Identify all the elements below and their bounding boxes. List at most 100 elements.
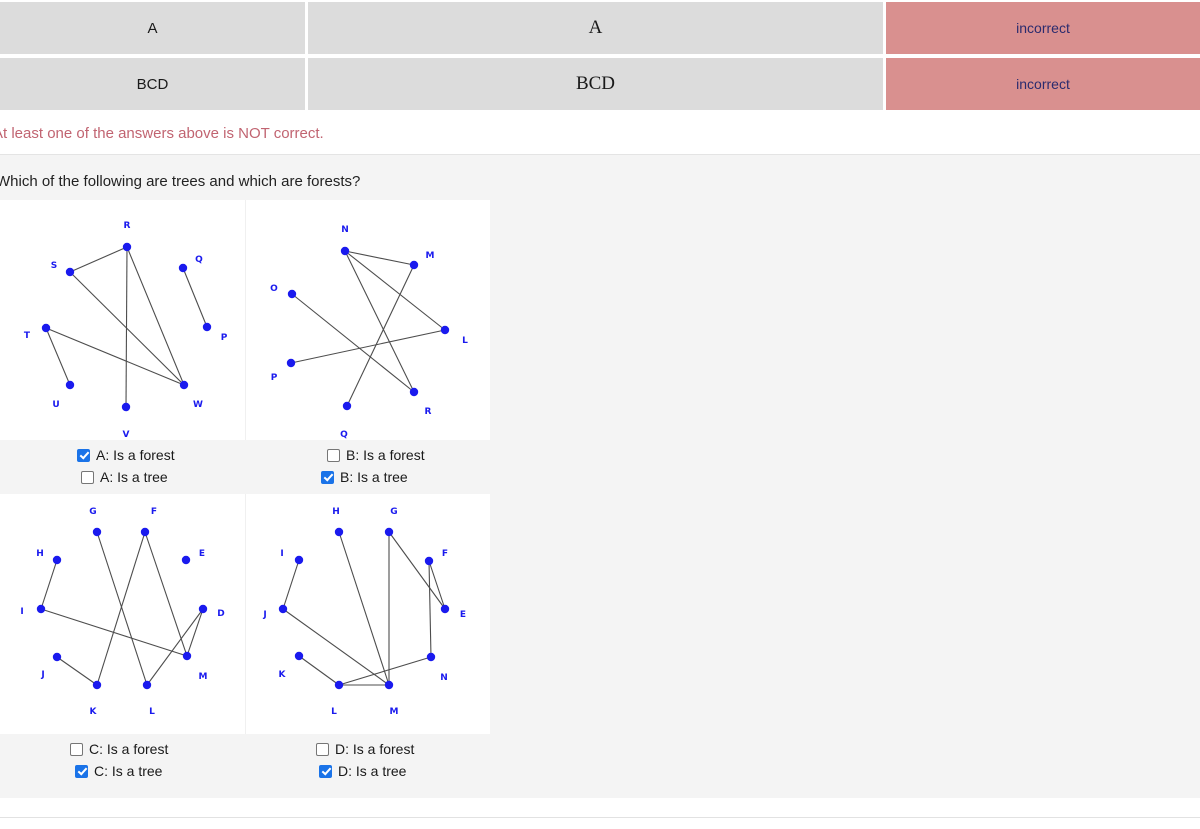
incorrect-message: At least one of the answers above is NOT… — [0, 124, 324, 142]
graph-d-edges — [282, 531, 446, 686]
graph-node-label: D — [217, 609, 224, 619]
graph-node-label: L — [462, 336, 468, 346]
checkbox-c-tree[interactable] — [75, 764, 88, 778]
option-label: C: Is a tree — [94, 763, 163, 779]
graph-edge — [144, 531, 188, 657]
checkbox-a-tree[interactable] — [81, 470, 94, 484]
graph-edge — [186, 608, 204, 657]
checkbox-d-tree[interactable] — [319, 764, 332, 778]
table-row: BCD BCD incorrect — [0, 56, 1200, 112]
graph-node-label: V — [123, 430, 130, 440]
graph-node-label: F — [442, 549, 448, 559]
results-table: A A incorrect BCD BCD incorrect — [0, 0, 1200, 112]
graph-c-edges — [40, 531, 204, 686]
answer-cell: A — [0, 0, 308, 56]
status-badge: incorrect — [886, 56, 1200, 112]
graph-node — [278, 604, 288, 614]
graph-node-label: W — [193, 400, 203, 410]
graph-node-label: P — [221, 333, 228, 343]
graph-edge — [344, 250, 415, 393]
graph-edge — [346, 264, 415, 407]
results-table-body: A A incorrect BCD BCD incorrect — [0, 0, 1200, 112]
graph-node-label: R — [124, 221, 131, 231]
graph-edge — [344, 250, 415, 266]
graph-node-label: I — [280, 549, 283, 559]
graph-node-label: M — [199, 672, 208, 682]
graph-edge — [298, 655, 340, 686]
bottom-spacer — [0, 818, 1200, 829]
graph-node — [440, 604, 450, 614]
options-row-ab: A: Is a forest A: Is a tree B: Is a fore… — [0, 440, 490, 494]
checkbox-c-forest[interactable] — [70, 742, 83, 756]
graph-node — [122, 242, 132, 252]
graph-node-label: J — [262, 610, 266, 620]
checkbox-b-forest[interactable] — [327, 448, 340, 462]
graph-node — [52, 555, 62, 565]
graph-node — [342, 401, 352, 411]
graph-edge — [282, 559, 300, 610]
problem-body: Which of the following are trees and whi… — [0, 155, 1200, 798]
graph-node — [65, 267, 75, 277]
graph-node — [409, 387, 419, 397]
graph-node — [92, 680, 102, 690]
graph-node — [181, 555, 191, 565]
graph-edge — [428, 560, 446, 610]
graph-node-label: H — [36, 549, 44, 559]
graph-node-label: K — [279, 670, 287, 680]
graph-panel-b: N M O L P Q R — [245, 200, 490, 440]
graph-node-label: H — [332, 507, 340, 517]
graph-edge — [291, 293, 415, 393]
graph-node — [41, 323, 51, 333]
graph-node — [424, 556, 434, 566]
graph-node — [52, 652, 62, 662]
graph-node — [294, 555, 304, 565]
graph-edge — [428, 560, 432, 658]
graph-node-label: M — [390, 707, 399, 717]
options-row-cd: C: Is a forest C: Is a tree D: Is a fore… — [0, 734, 490, 788]
graph-edge — [69, 246, 128, 273]
graph-node — [286, 358, 296, 368]
graph-edge — [290, 329, 446, 364]
graph-node — [384, 527, 394, 537]
graph-b-nodes: N M O L P Q R — [270, 225, 468, 440]
graph-panel-c: G F H E I D J M K L — [0, 494, 245, 734]
option-b-forest[interactable]: B: Is a forest — [245, 444, 490, 466]
graph-node — [142, 680, 152, 690]
graph-node-label: U — [52, 400, 59, 410]
answer-rendered-cell: BCD — [308, 56, 886, 112]
option-label: D: Is a forest — [335, 741, 415, 757]
graph-node-label: F — [151, 507, 157, 517]
graph-node — [36, 604, 46, 614]
graph-grid: RSQPTUWV NMOLPQR A: Is a forest A: Is a — [0, 200, 490, 788]
graph-node — [202, 322, 212, 332]
option-label: B: Is a forest — [346, 447, 425, 463]
graph-b-svg: N M O L P Q R — [270, 225, 468, 440]
graph-edge — [40, 608, 188, 657]
graph-node — [409, 260, 419, 270]
graph-node-label: G — [390, 507, 397, 517]
graph-node-label: L — [149, 707, 155, 717]
checkbox-d-forest[interactable] — [316, 742, 329, 756]
option-label: B: Is a tree — [340, 469, 408, 485]
graph-node-label: I — [20, 607, 23, 617]
graph-c-svg: G F H E I D J M K L — [20, 507, 224, 717]
option-d-forest[interactable]: D: Is a forest — [245, 738, 490, 760]
graph-node-label: S — [51, 261, 57, 271]
graph-node-label: J — [40, 670, 44, 680]
options-cell-b: B: Is a forest B: Is a tree — [245, 440, 490, 494]
graph-node-label: Q — [195, 255, 203, 265]
option-b-tree[interactable]: B: Is a tree — [245, 466, 490, 488]
graph-node — [121, 402, 131, 412]
checkbox-a-forest[interactable] — [77, 448, 90, 462]
checkbox-b-tree[interactable] — [321, 470, 334, 484]
option-d-tree[interactable]: D: Is a tree — [245, 760, 490, 782]
graph-node-label: P — [271, 373, 278, 383]
option-c-tree[interactable]: C: Is a tree — [0, 760, 245, 782]
graph-node-label: Q — [340, 430, 348, 440]
option-c-forest[interactable]: C: Is a forest — [0, 738, 245, 760]
option-a-forest[interactable]: A: Is a forest — [0, 444, 245, 466]
graph-edge — [40, 559, 58, 610]
graph-row-2: G F H E I D J M K L H G I F J E K N L M — [0, 494, 490, 734]
option-a-tree[interactable]: A: Is a tree — [0, 466, 245, 488]
graph-node-label: E — [460, 610, 466, 620]
